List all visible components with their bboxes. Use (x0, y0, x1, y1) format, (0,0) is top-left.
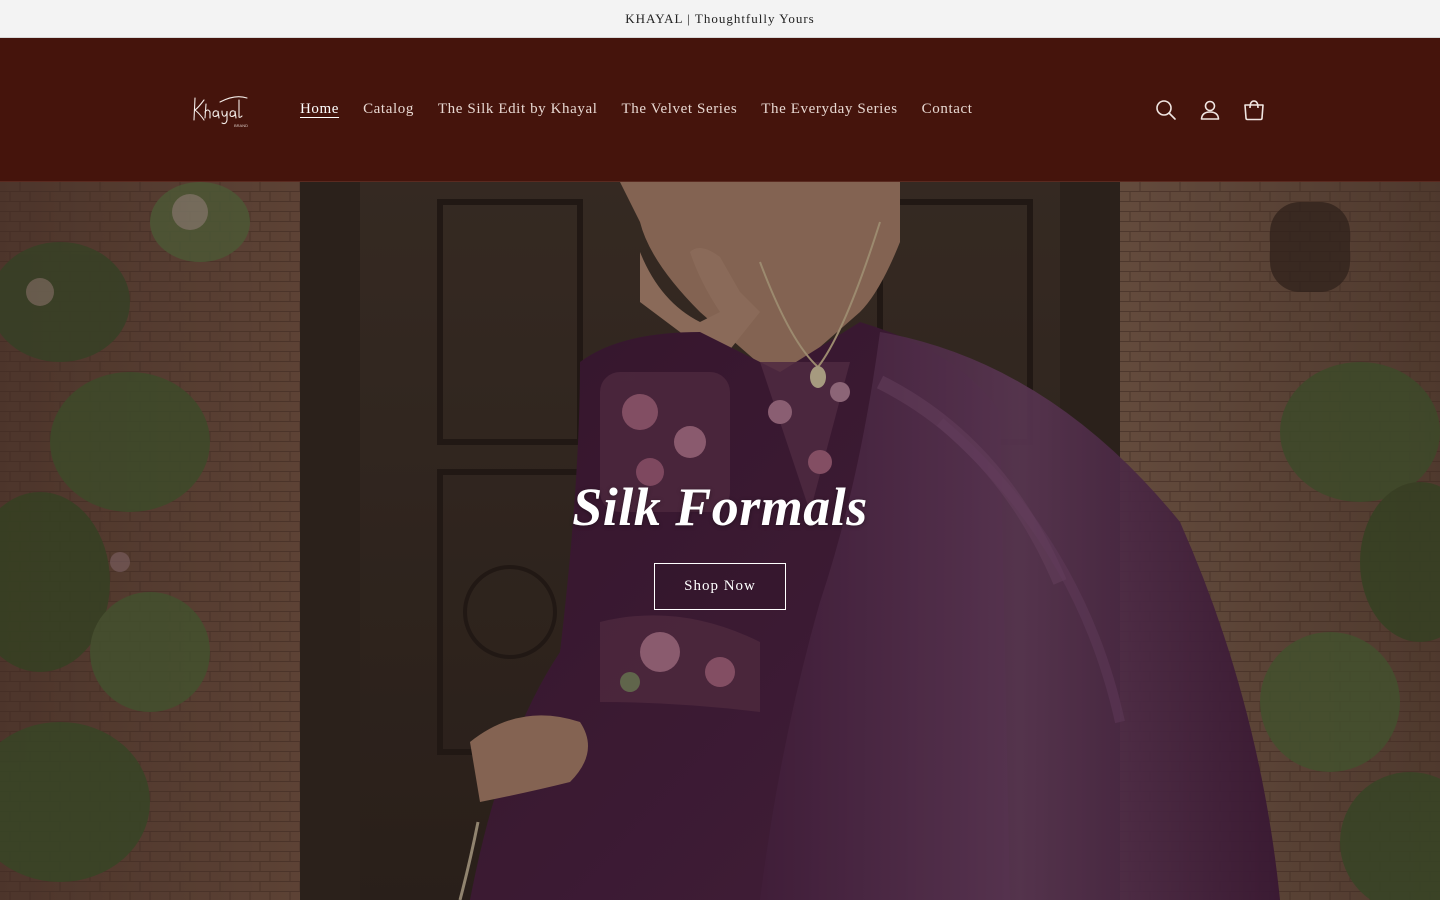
nav-catalog[interactable]: Catalog (351, 101, 426, 118)
announcement-bar: KHAYAL | Thoughtfully Yours (0, 0, 1440, 38)
main-nav: Home Catalog The Silk Edit by Khayal The… (288, 97, 985, 121)
hero-overlay (0, 182, 1440, 900)
hero-title: Silk Formals (572, 477, 868, 537)
nav-home[interactable]: Home (288, 101, 351, 118)
account-icon (1200, 100, 1220, 120)
header-icons (1144, 90, 1276, 130)
site-header: BRAND Home Catalog The Silk Edit by Khay… (0, 38, 1440, 182)
hero-banner: Silk Formals Shop Now (0, 182, 1440, 900)
shop-now-button[interactable]: Shop Now (654, 563, 786, 610)
search-button[interactable] (1144, 90, 1188, 130)
khayal-logo[interactable]: BRAND (190, 90, 250, 130)
nav-silk-edit[interactable]: The Silk Edit by Khayal (426, 101, 610, 118)
announcement-text: KHAYAL | Thoughtfully Yours (625, 10, 815, 26)
cart-button[interactable] (1232, 90, 1276, 130)
nav-everyday-series[interactable]: The Everyday Series (749, 101, 909, 118)
nav-contact[interactable]: Contact (910, 101, 985, 118)
account-button[interactable] (1188, 90, 1232, 130)
logo-subtext: BRAND (234, 123, 248, 128)
nav-velvet-series[interactable]: The Velvet Series (610, 101, 750, 118)
cart-icon (1244, 100, 1264, 121)
search-icon (1156, 100, 1176, 120)
